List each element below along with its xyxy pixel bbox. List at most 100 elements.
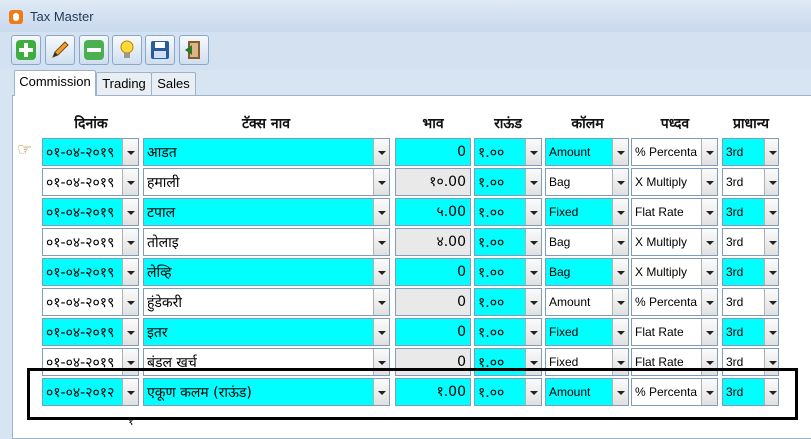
chevron-down-icon[interactable] [764,199,778,225]
add-button[interactable] [11,35,41,65]
date-combo[interactable]: ०१-०४-२०१९ [42,138,139,166]
chevron-down-icon[interactable] [122,229,138,255]
priority-combo[interactable]: 3rd [722,228,779,256]
date-combo[interactable]: ०१-०४-२०१९ [42,288,139,316]
chevron-down-icon[interactable] [701,319,717,345]
save-button[interactable] [145,35,175,65]
edit-button[interactable] [45,35,75,65]
tax-name-combo[interactable]: तोलाइ [143,228,390,256]
column-combo[interactable]: Fixed [545,198,629,226]
priority-combo[interactable]: 3rd [722,288,779,316]
chevron-down-icon[interactable] [373,229,389,255]
chevron-down-icon[interactable] [701,229,717,255]
method-combo[interactable]: % Percenta [631,138,718,166]
chevron-down-icon[interactable] [764,259,778,285]
chevron-down-icon[interactable] [122,319,138,345]
exit-button[interactable] [179,35,209,65]
round-combo[interactable]: १.०० [474,168,542,196]
column-combo[interactable]: Amount [545,288,629,316]
chevron-down-icon[interactable] [525,319,541,345]
round-combo[interactable]: १.०० [474,228,542,256]
chevron-down-icon[interactable] [764,229,778,255]
column-combo[interactable]: Amount [545,138,629,166]
date-combo[interactable]: ०१-०४-२०१९ [42,228,139,256]
date-combo[interactable]: ०१-०४-२०१९ [42,258,139,286]
chevron-down-icon[interactable] [122,139,138,165]
round-combo[interactable]: १.०० [474,138,542,166]
priority-combo[interactable]: 3rd [722,138,779,166]
chevron-down-icon[interactable] [612,289,628,315]
chevron-down-icon[interactable] [525,199,541,225]
bulb-button[interactable] [112,35,142,65]
chevron-down-icon[interactable] [122,169,138,195]
column-combo[interactable]: Fixed [545,318,629,346]
date-combo[interactable]: ०१-०४-२०१९ [42,198,139,226]
tab-sales[interactable]: Sales [151,72,196,95]
chevron-down-icon[interactable] [525,169,541,195]
chevron-down-icon[interactable] [701,289,717,315]
chevron-down-icon[interactable] [764,319,778,345]
rate-field[interactable]: १०.00 [395,168,471,196]
tax-name-combo[interactable]: हमाली [143,168,390,196]
chevron-down-icon[interactable] [701,199,717,225]
chevron-down-icon[interactable] [122,199,138,225]
chevron-down-icon[interactable] [525,229,541,255]
chevron-down-icon[interactable] [525,259,541,285]
rate-field[interactable]: ४.00 [395,228,471,256]
tab-trading[interactable]: Trading [96,72,152,95]
rate-field[interactable]: 0 [395,258,471,286]
method-combo[interactable]: X Multiply [631,228,718,256]
round-combo[interactable]: १.०० [474,288,542,316]
method-combo[interactable]: Flat Rate [631,198,718,226]
rate-field[interactable]: ५.00 [395,198,471,226]
method-combo[interactable]: X Multiply [631,168,718,196]
tax-name-combo[interactable]: लेव्हि [143,258,390,286]
chevron-down-icon[interactable] [373,199,389,225]
chevron-down-icon[interactable] [612,259,628,285]
method-combo[interactable]: % Percenta [631,288,718,316]
priority-combo[interactable]: 3rd [722,198,779,226]
chevron-down-icon[interactable] [373,319,389,345]
chevron-down-icon[interactable] [525,139,541,165]
tax-name-combo[interactable]: इतर [143,318,390,346]
tax-name-combo[interactable]: आडत [143,138,390,166]
round-combo[interactable]: १.०० [474,198,542,226]
delete-button[interactable] [79,35,109,65]
chevron-down-icon[interactable] [373,169,389,195]
chevron-down-icon[interactable] [764,169,778,195]
chevron-down-icon[interactable] [373,259,389,285]
method-combo[interactable]: Flat Rate [631,318,718,346]
chevron-down-icon[interactable] [701,259,717,285]
tax-name-combo[interactable]: टपाल [143,198,390,226]
chevron-down-icon[interactable] [122,259,138,285]
rate-field[interactable]: 0 [395,318,471,346]
chevron-down-icon[interactable] [612,229,628,255]
date-combo[interactable]: ०१-०४-२०१९ [42,318,139,346]
chevron-down-icon[interactable] [122,289,138,315]
method-combo[interactable]: X Multiply [631,258,718,286]
priority-combo[interactable]: 3rd [722,258,779,286]
column-combo[interactable]: Bag [545,228,629,256]
chevron-down-icon[interactable] [373,139,389,165]
chevron-down-icon[interactable] [764,289,778,315]
chevron-down-icon[interactable] [612,319,628,345]
rate-field[interactable]: 0 [395,138,471,166]
chevron-down-icon[interactable] [701,139,717,165]
chevron-down-icon[interactable] [612,139,628,165]
tab-commission[interactable]: Commission [14,70,96,96]
round-combo[interactable]: १.०० [474,258,542,286]
chevron-down-icon[interactable] [612,199,628,225]
tax-name-combo[interactable]: हुंडेकरी [143,288,390,316]
column-combo[interactable]: Bag [545,168,629,196]
chevron-down-icon[interactable] [373,289,389,315]
chevron-down-icon[interactable] [764,139,778,165]
round-combo[interactable]: १.०० [474,318,542,346]
rate-field[interactable]: 0 [395,288,471,316]
priority-combo[interactable]: 3rd [722,318,779,346]
chevron-down-icon[interactable] [701,169,717,195]
chevron-down-icon[interactable] [525,289,541,315]
chevron-down-icon[interactable] [612,169,628,195]
priority-combo[interactable]: 3rd [722,168,779,196]
column-combo[interactable]: Bag [545,258,629,286]
date-combo[interactable]: ०१-०४-२०१९ [42,168,139,196]
